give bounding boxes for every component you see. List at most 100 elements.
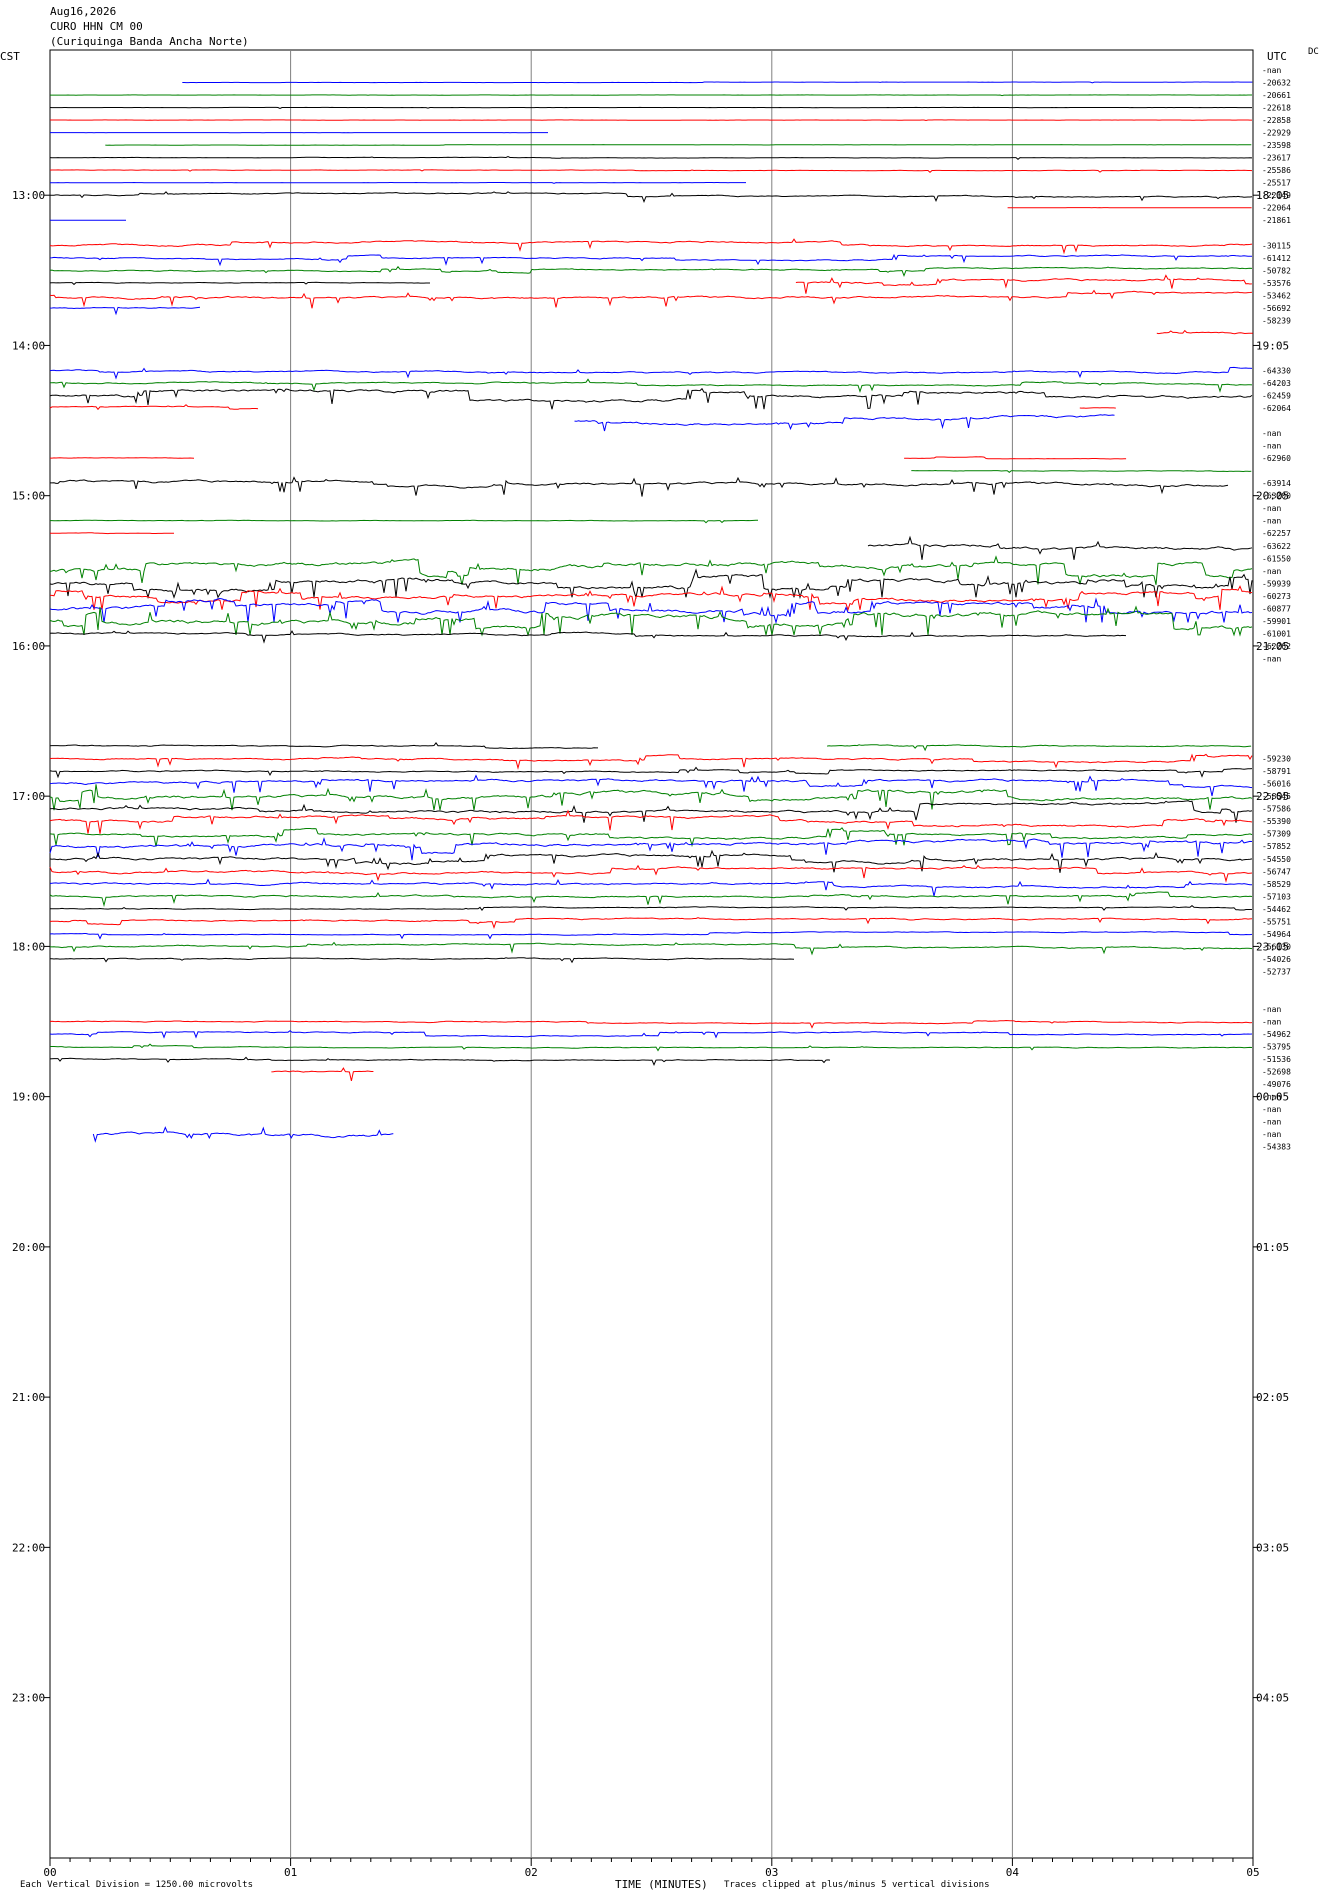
seismic-trace — [49, 387, 1253, 410]
x-tick-label: 03 — [765, 1866, 778, 1879]
x-tick-label: 04 — [1006, 1866, 1020, 1879]
left-time-label: 13:00 — [12, 189, 45, 202]
seismic-trace — [49, 742, 598, 749]
seismic-trace — [49, 809, 1253, 834]
seismic-trace — [271, 1067, 374, 1082]
right-time-label: 19:05 — [1256, 339, 1289, 352]
seismic-trace — [50, 119, 1252, 122]
dc-offset-label: -54383 — [1262, 1143, 1291, 1152]
left-time-label: 22:00 — [12, 1541, 45, 1554]
dc-offset-label: -53795 — [1262, 1043, 1291, 1052]
dc-offset-label: -51536 — [1262, 1055, 1291, 1064]
dc-offset-label: -53576 — [1262, 279, 1291, 288]
seismic-trace — [50, 457, 195, 459]
dc-offset-label: -nan — [1262, 1093, 1281, 1102]
left-time-label: 23:00 — [12, 1692, 45, 1705]
seismic-trace — [49, 106, 1252, 110]
seismic-trace — [50, 191, 1253, 203]
dc-offset-label: -62257 — [1262, 529, 1291, 538]
dc-offset-label: -57586 — [1262, 805, 1291, 814]
x-tick-label: 02 — [525, 1866, 538, 1879]
left-time-label: 20:00 — [12, 1241, 45, 1254]
dc-offset-label: -61412 — [1262, 254, 1291, 263]
right-time-label: 04:05 — [1256, 1692, 1289, 1705]
seismic-trace — [49, 378, 1253, 393]
dc-offset-label: -58545 — [1262, 792, 1291, 801]
dc-offset-label: -59230 — [1262, 755, 1291, 764]
x-tick-label: 00 — [43, 1866, 56, 1879]
dc-offset-label: -64203 — [1262, 379, 1291, 388]
seismic-trace — [50, 1043, 1253, 1052]
seismic-trace — [49, 891, 1253, 908]
seismic-trace — [867, 535, 1253, 560]
dc-offset-label: -nan — [1262, 66, 1281, 75]
dc-offset-label: -56747 — [1262, 867, 1291, 876]
seismic-trace — [49, 265, 1253, 277]
dc-offset-label: -55751 — [1262, 917, 1291, 926]
dc-offset-label: -62960 — [1262, 454, 1291, 463]
dc-offset-label: -22858 — [1262, 116, 1291, 125]
dc-offset-label: -nan — [1262, 567, 1281, 576]
seismic-trace — [49, 281, 430, 286]
left-time-label: 21:00 — [12, 1391, 45, 1404]
x-axis-title: TIME (MINUTES) — [615, 1878, 708, 1891]
dc-offset-label: -58791 — [1262, 767, 1291, 776]
seismic-trace — [49, 555, 1253, 585]
dc-offset-label: -63200 — [1262, 492, 1291, 501]
dc-offset-label: -64330 — [1262, 366, 1291, 375]
right-time-label: 01:05 — [1256, 1241, 1289, 1254]
dc-offset-label: -30115 — [1262, 241, 1291, 250]
seismic-trace — [49, 753, 1253, 770]
seismic-trace — [50, 94, 1252, 97]
dc-offset-label: -21861 — [1262, 216, 1291, 225]
seismic-trace — [49, 766, 1253, 779]
dc-offset-label: -nan — [1262, 1105, 1281, 1114]
dc-offset-label: -58529 — [1262, 880, 1291, 889]
dc-offset-label: -61001 — [1262, 629, 1291, 638]
dc-offset-label: -nan — [1262, 517, 1281, 526]
dc-offset-label: -54550 — [1262, 855, 1291, 864]
dc-offset-label: -20632 — [1262, 79, 1291, 88]
seismic-trace — [49, 878, 1252, 897]
dc-offset-label: -56692 — [1262, 304, 1291, 313]
seismic-trace — [49, 568, 1253, 600]
dc-offset-label: -nan — [1262, 1130, 1281, 1139]
dc-offset-label: -25517 — [1262, 179, 1291, 188]
dc-offset-label: -20661 — [1262, 91, 1291, 100]
dc-offset-label: -nan — [1262, 1005, 1281, 1014]
seismic-trace — [49, 404, 259, 411]
seismic-trace — [49, 774, 1253, 797]
dc-offset-label: -23617 — [1262, 154, 1291, 163]
dc-offset-label: -55390 — [1262, 817, 1291, 826]
seismic-trace — [49, 238, 1253, 255]
seismic-trace — [49, 253, 1252, 267]
right-time-label: 03:05 — [1256, 1541, 1289, 1554]
dc-offset-label: -25586 — [1262, 166, 1291, 175]
dc-offset-label: -23598 — [1262, 141, 1291, 150]
dc-offset-label: -52698 — [1262, 1068, 1291, 1077]
left-time-label: 14:00 — [12, 339, 45, 352]
dc-offset-label: -57103 — [1262, 892, 1291, 901]
dc-offset-label: -49076 — [1262, 1080, 1291, 1089]
left-time-label: 19:00 — [12, 1091, 45, 1104]
dc-offset-label: -54962 — [1262, 1030, 1291, 1039]
dc-offset-label: -nan — [1262, 442, 1281, 451]
dc-offset-label: -62262 — [1262, 642, 1291, 651]
dc-offset-label: -56130 — [1262, 942, 1291, 951]
dc-offset-label: -60273 — [1262, 592, 1291, 601]
dc-offset-label: -53462 — [1262, 291, 1291, 300]
left-time-label: 17:00 — [12, 790, 45, 803]
seismic-trace — [50, 904, 1252, 912]
seismic-trace — [50, 476, 1229, 497]
seismic-trace — [49, 169, 1253, 173]
dc-offset-label: -62064 — [1262, 404, 1291, 413]
seismic-trace — [904, 456, 1127, 460]
seismic-trace — [49, 630, 1127, 644]
dc-offset-label: -52737 — [1262, 967, 1291, 976]
dc-offset-label: -22064 — [1262, 204, 1291, 213]
x-tick-label: 01 — [284, 1866, 297, 1879]
seismic-trace — [574, 414, 1115, 432]
seismic-trace — [182, 81, 1253, 84]
seismic-trace — [49, 1030, 1253, 1039]
scale-note: Each Vertical Division = 1250.00 microvo… — [20, 1880, 253, 1890]
